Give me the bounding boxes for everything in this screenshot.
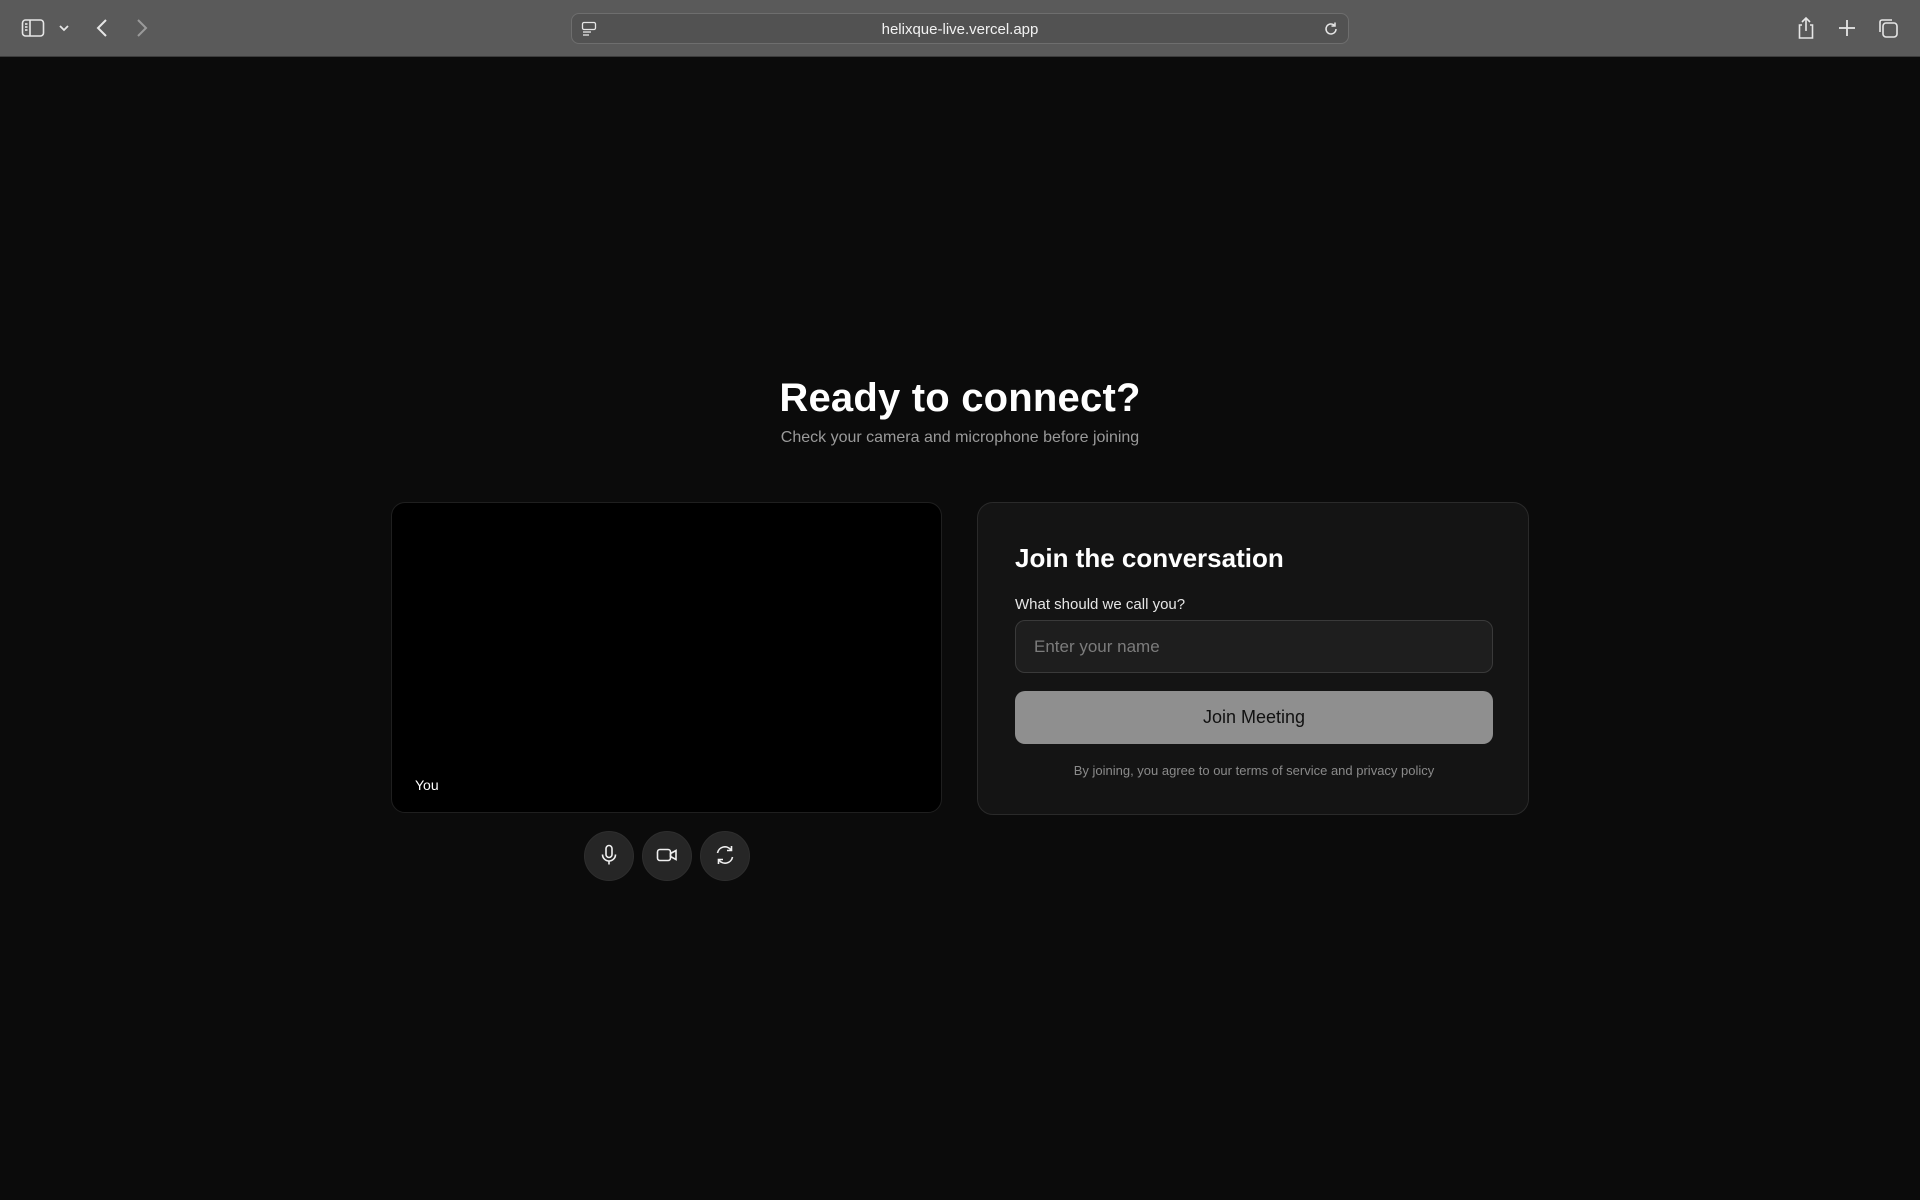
microphone-icon — [599, 844, 619, 869]
new-tab-plus-icon[interactable] — [1835, 16, 1859, 40]
page: Ready to connect? Check your camera and … — [0, 58, 1920, 1200]
page-subtitle: Check your camera and microphone before … — [780, 429, 1140, 446]
url-text[interactable]: helixque-live.vercel.app — [572, 14, 1348, 45]
preview-label: You — [415, 777, 439, 793]
name-input[interactable] — [1015, 620, 1493, 673]
tab-overview-icon[interactable] — [1876, 16, 1900, 40]
reload-icon[interactable] — [1322, 20, 1340, 38]
chevron-down-icon[interactable] — [57, 21, 71, 35]
join-card: Join the conversation What should we cal… — [977, 502, 1529, 815]
join-card-title: Join the conversation — [1015, 543, 1284, 573]
page-title: Ready to connect? — [779, 376, 1141, 420]
switch-camera-icon — [714, 844, 736, 869]
terms-notice: By joining, you agree to our terms of se… — [1073, 763, 1435, 778]
camera-toggle-button[interactable] — [642, 831, 692, 881]
join-meeting-button[interactable]: Join Meeting — [1015, 691, 1493, 744]
address-bar[interactable]: helixque-live.vercel.app — [571, 13, 1349, 44]
browser-toolbar: helixque-live.vercel.app — [0, 0, 1920, 57]
forward-arrow-icon[interactable] — [132, 16, 152, 40]
camera-preview: You — [391, 502, 942, 813]
sidebar-toggle-icon[interactable] — [21, 17, 45, 39]
share-icon[interactable] — [1794, 14, 1818, 42]
video-camera-icon — [656, 847, 678, 866]
microphone-toggle-button[interactable] — [584, 831, 634, 881]
name-field-label: What should we call you? — [1015, 596, 1186, 613]
back-arrow-icon[interactable] — [92, 16, 112, 40]
switch-camera-button[interactable] — [700, 831, 750, 881]
